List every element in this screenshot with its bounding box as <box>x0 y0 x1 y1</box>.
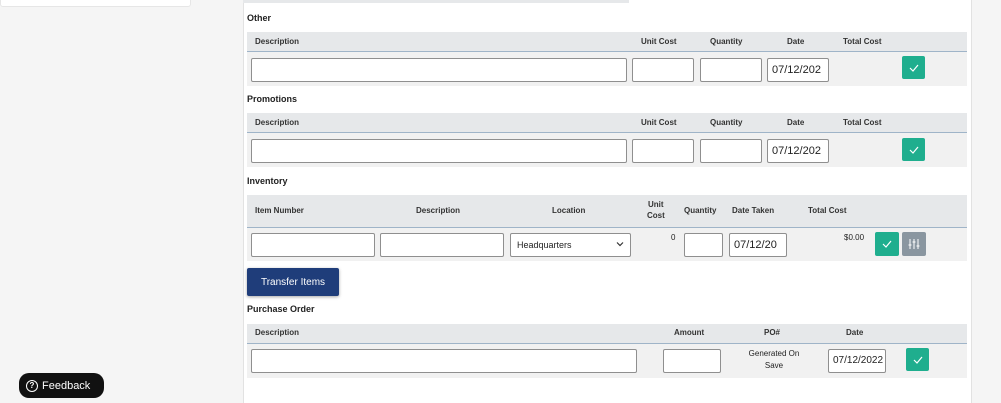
col-item-number: Item Number <box>255 206 304 215</box>
col-description: Description <box>255 118 300 127</box>
col-quantity: Quantity <box>710 37 743 46</box>
inventory-table-header: Item Number Description Location Unit Co… <box>247 195 967 228</box>
promotions-save-button[interactable] <box>902 138 925 161</box>
location-selected-value: Headquarters <box>517 240 572 250</box>
inventory-save-button[interactable] <box>875 232 899 256</box>
po-number-line1: Generated On <box>748 349 800 358</box>
col-quantity: Quantity <box>710 118 743 127</box>
other-table-header: Description Unit Cost Quantity Date Tota… <box>247 32 967 52</box>
promotions-description-input[interactable] <box>251 139 627 163</box>
transfer-items-button[interactable]: Transfer Items <box>247 268 339 296</box>
col-total-cost: Total Cost <box>808 206 847 215</box>
promotions-date-input[interactable]: 07/12/202 <box>767 139 829 163</box>
po-amount-input[interactable] <box>663 349 721 373</box>
inventory-quantity-input[interactable] <box>684 233 723 257</box>
other-quantity-input[interactable] <box>700 58 762 82</box>
check-icon <box>913 356 922 364</box>
chevron-down-icon <box>616 242 624 247</box>
sliders-icon <box>908 239 920 249</box>
check-icon <box>909 64 918 72</box>
inventory-date-input[interactable]: 07/12/20 <box>729 233 787 257</box>
other-save-button[interactable] <box>902 56 925 79</box>
purchase-order-table-header: Description Amount PO# Date <box>247 324 967 344</box>
inventory-unit-cost-value: 0 <box>671 233 676 242</box>
col-unit-cost-line1: Unit <box>648 200 664 209</box>
section-title-promotions: Promotions <box>247 94 298 104</box>
po-date-input[interactable]: 07/12/2022 <box>828 349 886 373</box>
col-date: Date <box>846 328 864 337</box>
check-icon <box>909 146 918 154</box>
other-description-input[interactable] <box>251 58 627 82</box>
sidebar-card <box>0 0 191 7</box>
promotions-quantity-input[interactable] <box>700 139 762 163</box>
col-total-cost: Total Cost <box>843 37 882 46</box>
col-amount: Amount <box>674 328 705 337</box>
col-description: Description <box>416 206 461 215</box>
previous-row-strip <box>243 0 629 3</box>
col-total-cost: Total Cost <box>843 118 882 127</box>
inventory-description-input[interactable] <box>380 233 504 257</box>
col-date-taken: Date Taken <box>732 206 775 215</box>
col-unit-cost: Unit Cost <box>641 37 677 46</box>
po-number-value: Generated On Save <box>738 348 810 372</box>
col-date: Date <box>787 118 805 127</box>
col-unit-cost: Unit Cost <box>641 118 677 127</box>
col-description: Description <box>255 328 300 337</box>
col-quantity: Quantity <box>684 206 717 215</box>
other-date-input[interactable]: 07/12/202 <box>767 58 829 82</box>
po-number-line2: Save <box>764 361 784 370</box>
check-icon <box>882 240 892 248</box>
po-description-input[interactable] <box>251 349 637 373</box>
promotions-unit-cost-input[interactable] <box>632 139 694 163</box>
question-circle-icon: ? <box>26 379 38 392</box>
col-po-number: PO# <box>764 328 781 337</box>
promotions-table-header: Description Unit Cost Quantity Date Tota… <box>247 113 967 133</box>
col-location: Location <box>552 206 586 215</box>
section-title-purchase-order: Purchase Order <box>247 304 315 314</box>
other-unit-cost-input[interactable] <box>632 58 694 82</box>
inventory-location-select[interactable]: Headquarters <box>510 233 631 257</box>
col-date: Date <box>787 37 805 46</box>
feedback-label: Feedback <box>42 379 91 392</box>
inventory-adjust-button[interactable] <box>902 232 926 256</box>
section-title-inventory: Inventory <box>247 176 288 186</box>
col-description: Description <box>255 37 300 46</box>
feedback-button[interactable]: ? Feedback <box>19 373 104 398</box>
inventory-total-cost-value: $0.00 <box>844 233 865 242</box>
section-title-other: Other <box>247 13 272 23</box>
po-save-button[interactable] <box>906 348 929 371</box>
inventory-item-number-input[interactable] <box>251 233 375 257</box>
col-unit-cost-line2: Cost <box>647 211 665 220</box>
